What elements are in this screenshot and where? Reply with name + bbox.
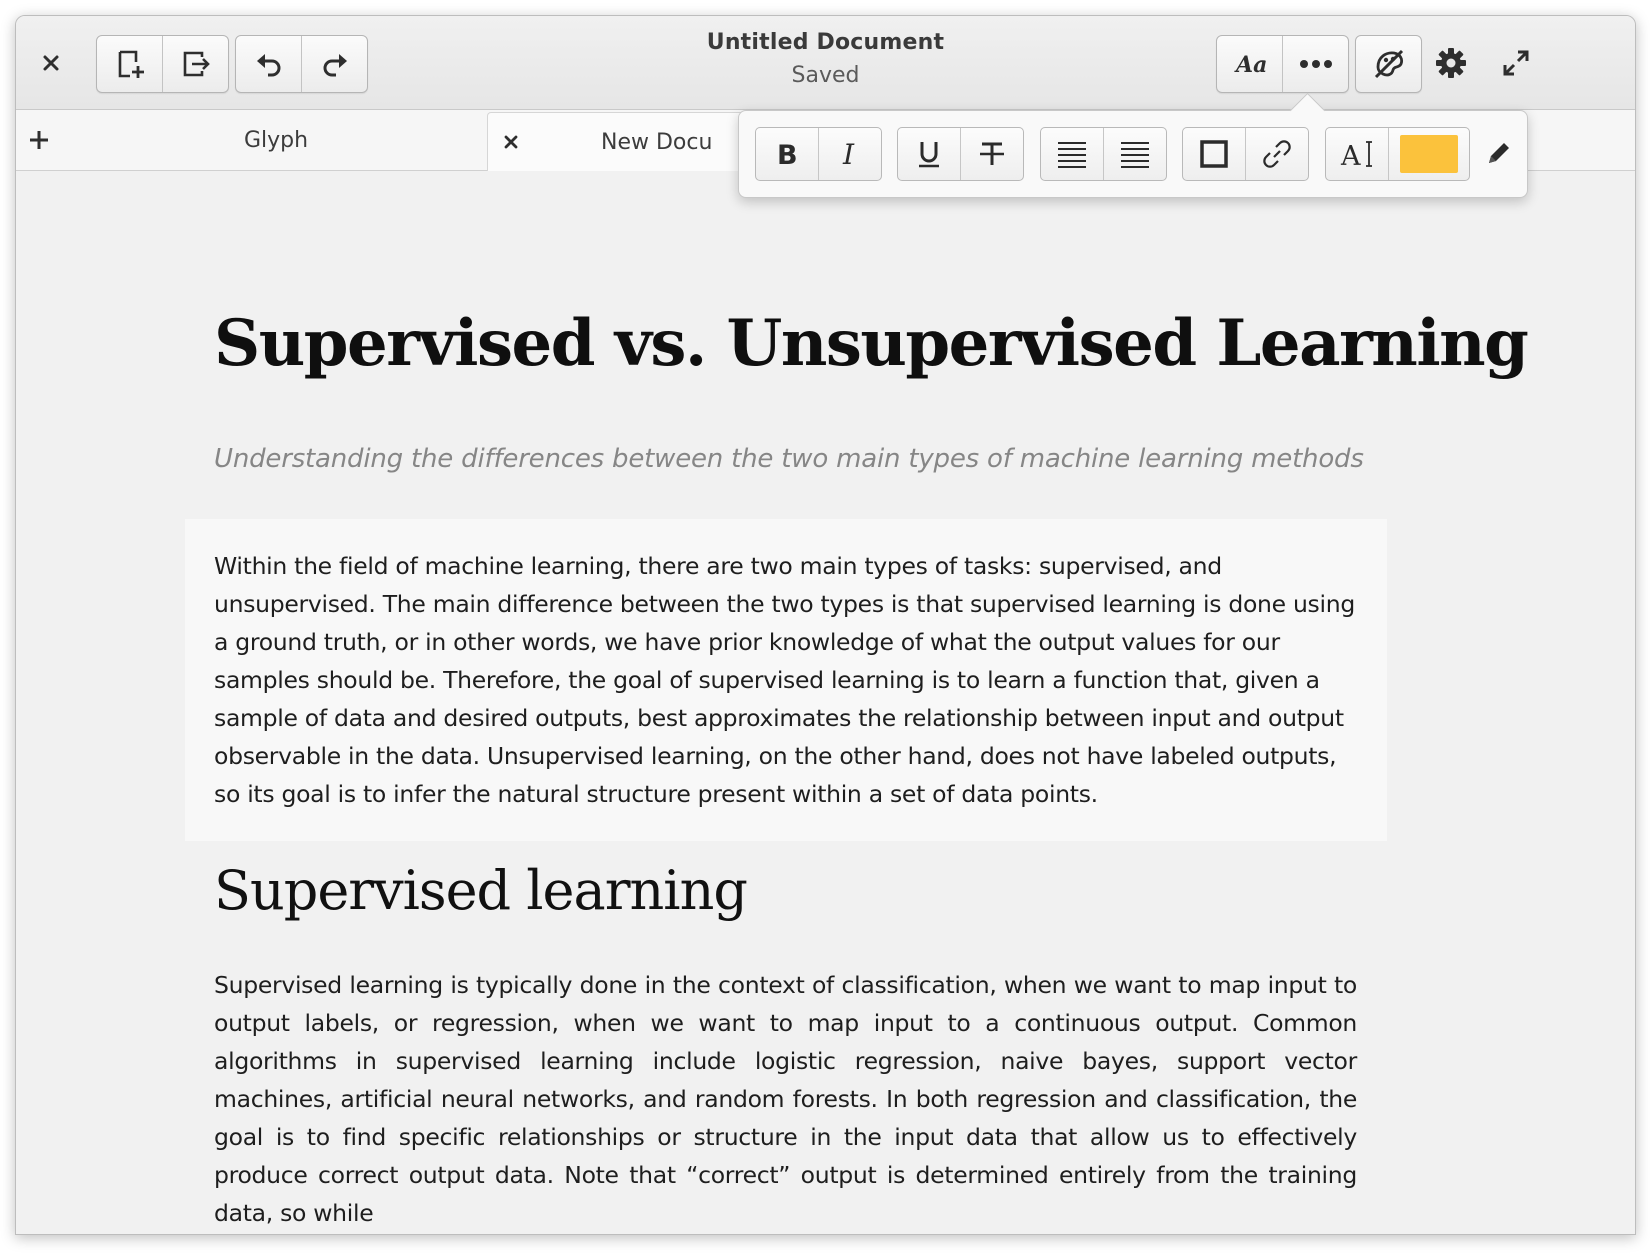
history-button-group xyxy=(235,35,368,93)
redo-button[interactable] xyxy=(302,36,367,92)
bold-button[interactable]: B xyxy=(756,128,819,180)
bold-icon: B xyxy=(777,140,798,169)
highlight-color-button[interactable] xyxy=(1389,128,1469,180)
close-icon xyxy=(43,55,59,71)
edit-button[interactable] xyxy=(1479,131,1519,175)
text-style-group: B I xyxy=(755,127,882,181)
focus-mode-icon xyxy=(1374,49,1403,79)
settings-button[interactable] xyxy=(1428,43,1474,83)
export-button[interactable] xyxy=(163,36,228,92)
tab-glyph[interactable]: Glyph xyxy=(66,110,486,170)
frame-icon xyxy=(1200,140,1228,168)
formatting-popover: B I A xyxy=(738,92,1528,198)
document-subtitle: Understanding the differences between th… xyxy=(214,444,1364,474)
gear-icon xyxy=(1436,48,1466,78)
text-format-button[interactable]: A xyxy=(1326,128,1389,180)
font-icon: Aa xyxy=(1234,52,1267,78)
insert-frame-button[interactable] xyxy=(1183,128,1246,180)
document-heading: Supervised vs. Unsupervised Learning xyxy=(214,306,1529,381)
align-justify-icon xyxy=(1121,142,1149,168)
focus-button-group xyxy=(1355,35,1422,93)
section-paragraph: Supervised learning is typically done in… xyxy=(214,971,1357,1227)
italic-button[interactable]: I xyxy=(819,128,881,180)
insert-link-button[interactable] xyxy=(1246,128,1308,180)
svg-text:I: I xyxy=(842,139,855,169)
close-window-button[interactable] xyxy=(34,46,68,80)
close-tab-button[interactable] xyxy=(488,122,534,162)
underline-button[interactable] xyxy=(898,128,961,180)
close-icon xyxy=(504,135,518,149)
fullscreen-icon xyxy=(1503,50,1529,76)
section-heading: Supervised learning xyxy=(214,859,748,922)
decoration-group xyxy=(897,127,1024,181)
align-left-button[interactable] xyxy=(1041,128,1104,180)
add-tab-button[interactable] xyxy=(22,123,56,157)
align-left-icon xyxy=(1058,142,1086,168)
new-document-button[interactable] xyxy=(97,36,163,92)
strikethrough-button[interactable] xyxy=(961,128,1023,180)
highlight-color-swatch xyxy=(1400,135,1458,173)
focus-mode-button[interactable] xyxy=(1356,36,1421,92)
font-button[interactable]: Aa xyxy=(1217,36,1283,92)
tab-label: Glyph xyxy=(243,127,309,153)
pencil-icon xyxy=(1489,143,1509,163)
align-justify-button[interactable] xyxy=(1104,128,1166,180)
alignment-group xyxy=(1040,127,1167,181)
text-cursor-icon: A xyxy=(1340,141,1372,170)
fullscreen-button[interactable] xyxy=(1496,43,1536,83)
undo-icon xyxy=(256,54,280,77)
underline-icon xyxy=(919,142,939,168)
document-editor[interactable]: Supervised vs. Unsupervised Learning Und… xyxy=(16,171,1635,1234)
export-icon xyxy=(183,51,210,77)
redo-icon xyxy=(323,54,347,77)
italic-icon: I xyxy=(842,139,855,169)
svg-text:B: B xyxy=(777,140,798,169)
svg-text:Aa: Aa xyxy=(1234,52,1267,78)
new-document-icon xyxy=(118,50,144,78)
svg-text:A: A xyxy=(1340,141,1361,170)
app-window: Untitled Document Saved Aa Glyph New Doc… xyxy=(15,15,1636,1235)
add-tab-icon xyxy=(30,131,48,149)
strikethrough-icon xyxy=(980,142,1004,165)
tab-label: New Docu xyxy=(601,129,713,155)
insert-group xyxy=(1182,127,1309,181)
header-bar: Untitled Document Saved Aa xyxy=(16,16,1635,110)
format-button-group: Aa xyxy=(1216,35,1349,93)
text-color-group: A xyxy=(1325,127,1470,181)
undo-button[interactable] xyxy=(236,36,302,92)
file-button-group xyxy=(96,35,229,93)
link-icon xyxy=(1263,140,1291,168)
more-icon xyxy=(1299,60,1332,68)
more-button[interactable] xyxy=(1283,36,1348,92)
intro-paragraph: Within the field of machine learning, th… xyxy=(214,552,1355,808)
